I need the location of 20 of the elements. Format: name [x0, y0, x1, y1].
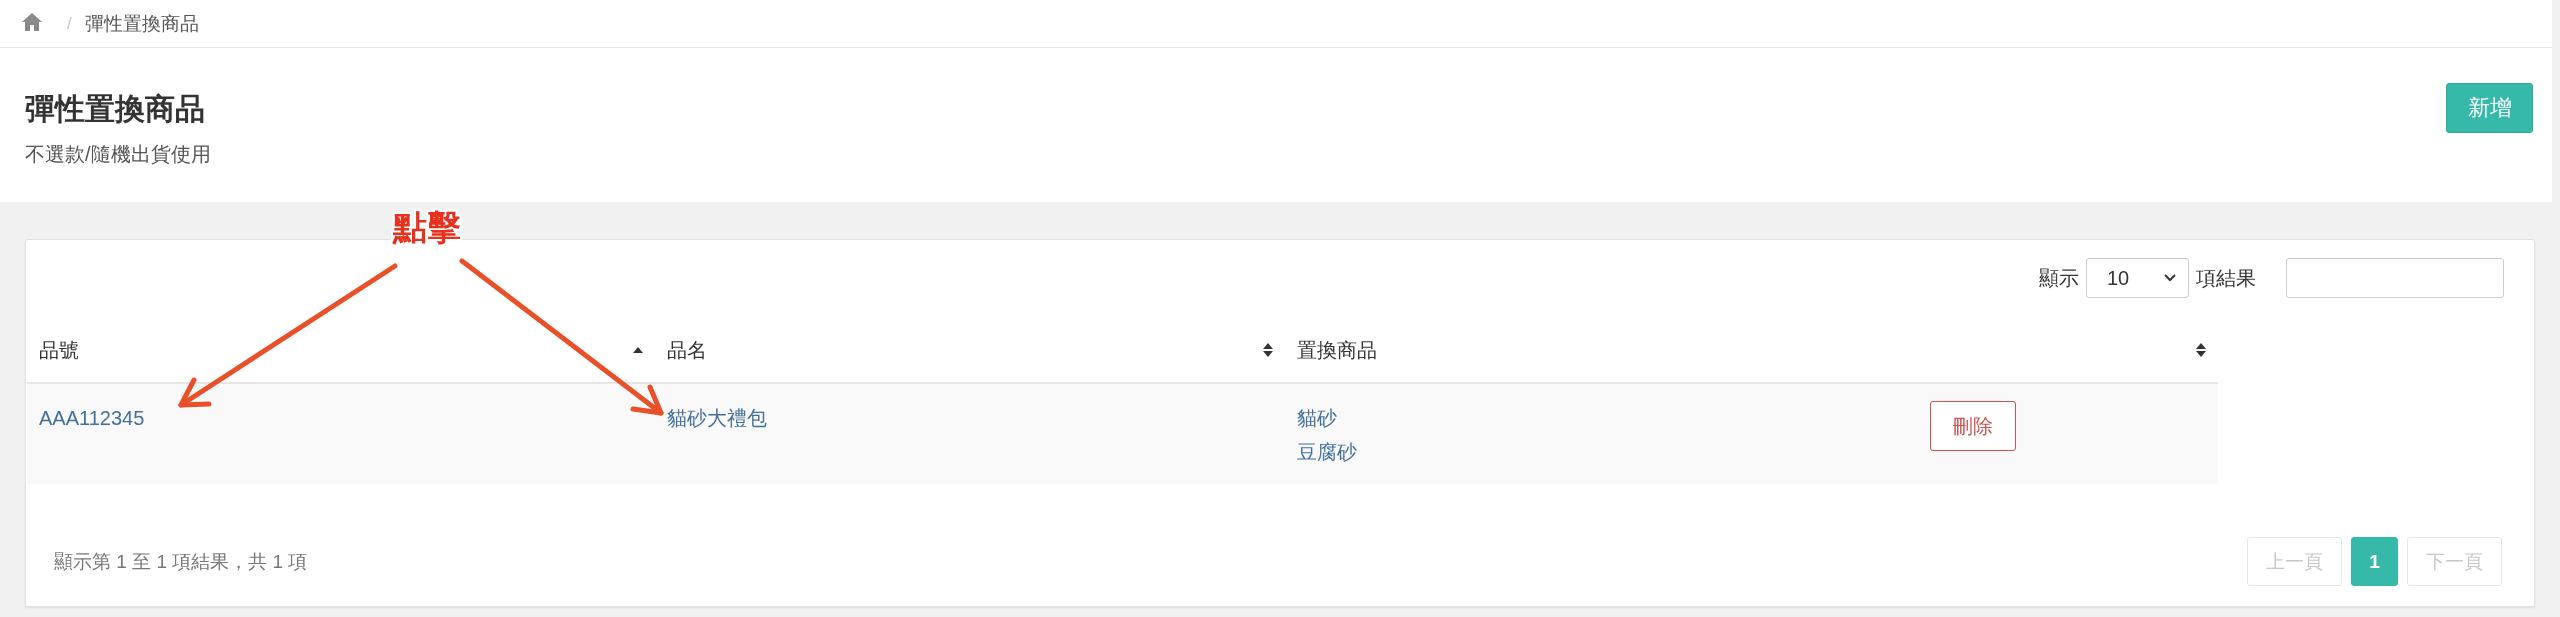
- column-header[interactable]: 置換商品: [1285, 314, 2218, 382]
- page-subtitle: 不選款/隨機出貨使用: [25, 142, 211, 167]
- table-info-text: 顯示第 1 至 1 項結果，共 1 項: [54, 549, 308, 574]
- page-title: 彈性置換商品: [25, 91, 206, 127]
- breadcrumb-separator: /: [67, 13, 72, 34]
- annotation-label: 點擊: [393, 207, 461, 247]
- replacement-product-link[interactable]: 豆腐砂: [1297, 435, 1357, 469]
- results-label: 項結果: [2196, 265, 2256, 291]
- column-header[interactable]: 品名: [655, 314, 1285, 382]
- product-name-link[interactable]: 貓砂大禮包: [667, 401, 767, 435]
- page-size-label: 顯示: [2039, 265, 2079, 291]
- chevron-icon: [2164, 274, 2176, 282]
- search-field[interactable]: [2286, 258, 2504, 298]
- page-size-select[interactable]: 10: [2086, 258, 2189, 298]
- column-header[interactable]: 品號: [27, 314, 655, 382]
- home-icon[interactable]: [22, 12, 42, 31]
- breadcrumb-item: 彈性置換商品: [84, 11, 199, 36]
- replacement-product-link[interactable]: 貓砂: [1297, 401, 1337, 435]
- product-code-link[interactable]: AAA112345: [39, 401, 145, 435]
- delete-button[interactable]: 刪除: [1930, 401, 2016, 451]
